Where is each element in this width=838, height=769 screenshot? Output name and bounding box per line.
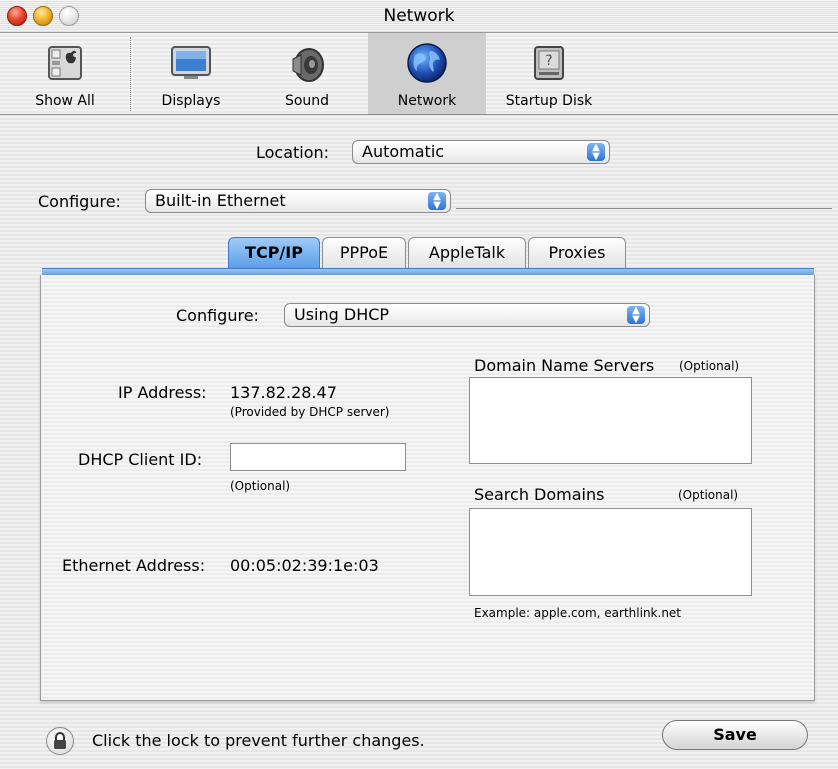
ip-address-value: 137.82.28.47 [230,383,337,402]
divider-line [456,208,832,209]
search-domains-label: Search Domains [474,485,605,504]
svg-text:?: ? [545,53,552,69]
toolbar-displays[interactable]: Displays [141,33,241,114]
startup-disk-icon: ? [534,46,564,80]
tab-pppoe[interactable]: PPPoE [322,237,406,269]
show-all-icon [48,46,82,80]
tcpip-configure-value: Using DHCP [294,305,390,324]
popup-arrows-icon: ▲ ▼ [627,306,645,325]
dns-optional-note: (Optional) [679,359,740,373]
dns-label: Domain Name Servers [474,356,655,375]
toolbar-show-all-label: Show All [35,93,95,109]
lock-button[interactable] [46,727,74,755]
tcpip-configure-label: Configure: [176,306,259,325]
window-title: Network [383,6,455,26]
sound-icon [292,48,324,82]
ip-address-note: (Provided by DHCP server) [230,405,390,419]
network-globe-icon [407,43,447,83]
ip-address-label: IP Address: [118,383,207,402]
popup-arrows-icon: ▲ ▼ [428,192,446,211]
toolbar-separator [130,37,131,111]
toolbar-network-label: Network [397,93,457,109]
save-button[interactable]: Save [662,720,808,750]
popup-arrows-icon: ▲ ▼ [587,143,605,162]
search-domains-optional-note: (Optional) [678,488,739,502]
lock-message: Click the lock to prevent further change… [92,731,425,750]
tcpip-configure-popup[interactable]: Using DHCP ▲ ▼ [284,303,650,327]
search-domains-field[interactable] [469,508,752,596]
ethernet-address-label: Ethernet Address: [62,556,206,575]
toolbar-sound[interactable]: Sound [257,33,357,114]
tab-proxies[interactable]: Proxies [528,237,626,269]
dns-servers-field[interactable] [469,377,752,464]
dhcp-client-id-note: (Optional) [230,479,291,493]
toolbar-sound-label: Sound [284,93,330,109]
dhcp-client-id-label: DHCP Client ID: [78,450,203,469]
configure-interface-popup[interactable]: Built-in Ethernet ▲ ▼ [145,189,451,213]
search-domains-example: Example: apple.com, earthlink.net [474,606,682,620]
toolbar-startup-disk-label: Startup Disk [505,93,593,109]
tab-appletalk[interactable]: AppleTalk [408,237,526,269]
location-value: Automatic [362,142,445,161]
toolbar-startup-disk[interactable]: ? Startup Disk [494,33,604,114]
configure-interface-value: Built-in Ethernet [155,191,286,210]
toolbar: Show All Displays Sound Network ? Startu… [0,33,838,115]
ethernet-address-value: 00:05:02:39:1e:03 [230,556,379,575]
toolbar-network[interactable]: Network [368,33,486,114]
toolbar-displays-label: Displays [161,93,221,109]
location-label: Location: [256,143,330,162]
title-bar: Network [0,0,838,33]
toolbar-show-all[interactable]: Show All [0,33,130,114]
dhcp-client-id-field[interactable] [230,443,406,471]
lock-icon [54,732,66,749]
location-popup[interactable]: Automatic ▲ ▼ [352,140,610,164]
displays-icon [171,46,211,79]
tab-tcpip[interactable]: TCP/IP [228,237,320,269]
configure-label: Configure: [38,192,121,211]
